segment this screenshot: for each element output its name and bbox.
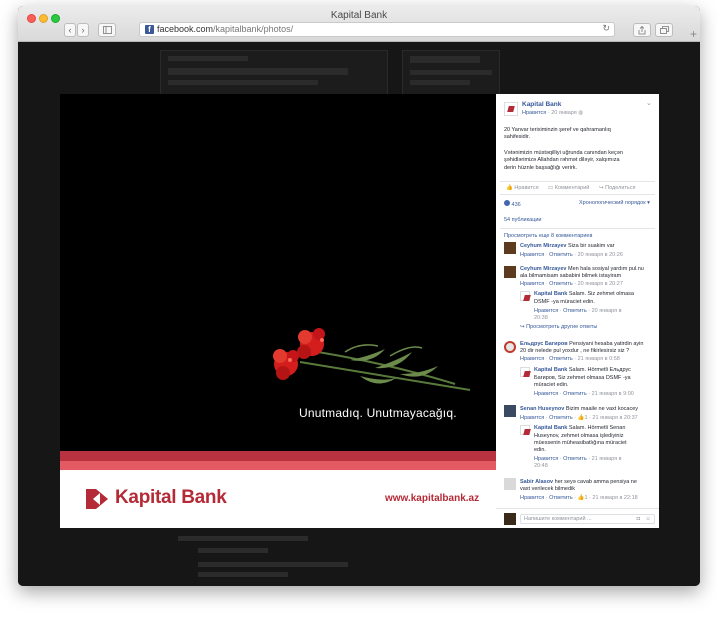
avatar[interactable] <box>504 242 516 254</box>
reload-icon[interactable]: ↻ <box>602 23 610 34</box>
facebook-favicon-icon: f <box>145 25 154 34</box>
carnation-flowers-image <box>273 328 471 391</box>
chevron-left-icon: ‹ <box>68 25 72 35</box>
comment-author[interactable]: Ceyhum Mirzayev <box>520 266 566 272</box>
avatar[interactable] <box>504 266 516 278</box>
view-more-comments-link[interactable]: Просмотреть еще 8 комментариев <box>504 233 592 240</box>
like-action[interactable]: 👍 Нравится <box>506 185 539 192</box>
photo-viewer[interactable]: Unutmadıq. Unutmayacağıq. Kapital Bank w… <box>60 94 496 528</box>
globe-icon: ◍ <box>578 110 584 116</box>
comment-author[interactable]: Ceyhum Mirzayev <box>520 243 566 249</box>
comment-like-link[interactable]: Нравится <box>520 415 544 421</box>
comment-author[interactable]: Ельдрус Багиров <box>520 341 568 347</box>
camera-icon[interactable]: ◘ <box>637 516 640 523</box>
post-details-panel: Kapital Bank Нравится · 20 января ◍ ⌄ 20… <box>496 94 659 528</box>
tabs-icon <box>659 26 669 34</box>
url-domain: facebook.com <box>157 24 214 34</box>
thumbs-up-icon: 👍 <box>506 185 513 191</box>
comment-text: 20 dir nelede pul yoxdur , ne fikirlesir… <box>520 348 630 354</box>
meta-like-link[interactable]: Нравится <box>522 110 546 116</box>
comment-text: müessenin müheasibatlığına müraciet <box>534 440 627 446</box>
comment-text: ala bilmamisam sababini bilmek istayiram <box>520 273 622 279</box>
view-more-replies-link[interactable]: ↪ Просмотреть другие ответы <box>520 324 597 331</box>
tabs-overview-button[interactable] <box>655 23 673 37</box>
light-red-stripe <box>60 461 496 470</box>
share-action[interactable]: ↪ Поделиться <box>599 185 636 192</box>
avatar[interactable] <box>504 405 516 417</box>
comment-reply-link[interactable]: Ответить <box>549 252 573 258</box>
post-text-line: derin hüznle başsağlığı verirk. <box>504 165 578 171</box>
comment-reply-link[interactable]: Ответить <box>549 495 573 501</box>
new-tab-button[interactable]: + <box>690 27 697 41</box>
share-arrow-icon: ↪ <box>599 185 604 191</box>
address-bar[interactable]: f facebook.com/kapitalbank/photos/ ↻ <box>139 22 615 37</box>
order-dropdown[interactable]: Хронологический порядок ▾ <box>579 200 650 207</box>
comment-author[interactable]: Kapital Bank <box>534 291 567 297</box>
url-path: /kapitalbank/photos/ <box>213 24 294 34</box>
comment-like-link[interactable]: Нравится <box>520 356 544 362</box>
avatar[interactable] <box>520 425 530 435</box>
post-text-line: şəhidlərimizə Allahdan rəhmət diləyir, x… <box>504 157 620 163</box>
post-text-line: 20 Yanvar teriximinzin şeref ve qahraman… <box>504 127 611 133</box>
comment-author[interactable]: Senan Huseynov <box>520 406 564 412</box>
sidebar-icon <box>102 26 112 34</box>
comment-text: Багиров, Siz zehmet olmasa DSMF -ya <box>534 375 631 381</box>
reactions-count[interactable]: 436 <box>504 200 521 209</box>
post-text-line: sahifesidir. <box>504 134 530 140</box>
reply-arrow-icon: ↪ <box>520 324 525 330</box>
comment-text: vaxt verilecek bilmedik <box>520 486 576 492</box>
comment-text: Huseynov, zehmet olmasa işlediyiniz <box>534 433 624 439</box>
post-text-line: Vətənimizin müstəqilliyi uğrunda canında… <box>504 150 623 156</box>
sidebar-toggle-button[interactable] <box>98 23 116 37</box>
emoji-icon[interactable]: ☺ <box>645 516 651 523</box>
comment-reply-link[interactable]: Ответить <box>563 391 587 397</box>
comment-reply-link[interactable]: Ответить <box>563 456 587 462</box>
dropdown-arrow-icon: ▾ <box>647 200 650 206</box>
comment-text: DSMF -ya müraciet edin. <box>534 299 595 305</box>
comment-like-link[interactable]: Нравится <box>534 391 558 397</box>
comment-like-link[interactable]: Нравится <box>520 252 544 258</box>
avatar[interactable] <box>520 367 530 377</box>
dark-red-stripe <box>60 451 496 461</box>
comment-input-placeholder: Напишите комментарий ... <box>524 516 592 522</box>
comment-action[interactable]: ▭ Комментарий <box>548 185 589 192</box>
comment-text: müraciet edin. <box>534 382 569 388</box>
browser-window: Kapital Bank ‹ › f facebook.com/kapitalb… <box>18 6 700 586</box>
comment-reply-link[interactable]: Ответить <box>563 308 587 314</box>
chevron-down-icon[interactable]: ⌄ <box>646 100 652 109</box>
comment-reply-link[interactable]: Ответить <box>549 356 573 362</box>
brand-url: www.kapitalbank.az <box>385 493 480 504</box>
current-user-avatar <box>504 513 516 525</box>
share-icon <box>638 25 646 35</box>
brand-name: Kapital Bank <box>115 487 227 508</box>
comment-like-link[interactable]: Нравится <box>520 281 544 287</box>
comment-icon: ▭ <box>548 185 554 191</box>
comment-like-link[interactable]: Нравится <box>534 308 558 314</box>
comment-text: edin. <box>534 447 546 453</box>
comment-author[interactable]: Sabir Alasov <box>520 479 553 485</box>
comment-reply-link[interactable]: Ответить <box>549 281 573 287</box>
comment-like-link[interactable]: Нравится <box>520 495 544 501</box>
forward-button[interactable]: › <box>77 23 89 37</box>
title-bar: Kapital Bank ‹ › f facebook.com/kapitalb… <box>18 6 700 42</box>
comment-reply-link[interactable]: Ответить <box>549 415 573 421</box>
avatar[interactable] <box>504 341 516 353</box>
page-name-link[interactable]: Kapital Bank <box>522 101 561 109</box>
comment-author[interactable]: Kapital Bank <box>534 425 567 431</box>
page-avatar[interactable] <box>504 102 518 116</box>
shares-link[interactable]: 54 публикации <box>504 217 542 224</box>
like-reaction-icon <box>504 200 510 206</box>
post-date[interactable]: 20 января <box>551 110 577 116</box>
share-button[interactable] <box>633 23 651 37</box>
window-title: Kapital Bank <box>330 10 388 21</box>
chevron-right-icon: › <box>81 25 85 35</box>
avatar[interactable] <box>520 291 530 301</box>
kapital-bank-logo-icon <box>86 489 108 509</box>
back-button[interactable]: ‹ <box>64 23 76 37</box>
photo-slogan: Unutmadıq. Unutmayacağıq. <box>299 406 457 420</box>
comment-like-link[interactable]: Нравится <box>534 456 558 462</box>
avatar[interactable] <box>504 478 516 490</box>
comment-author[interactable]: Kapital Bank <box>534 367 567 373</box>
comment-input[interactable]: Напишите комментарий ... ◘ ☺ <box>520 514 655 524</box>
